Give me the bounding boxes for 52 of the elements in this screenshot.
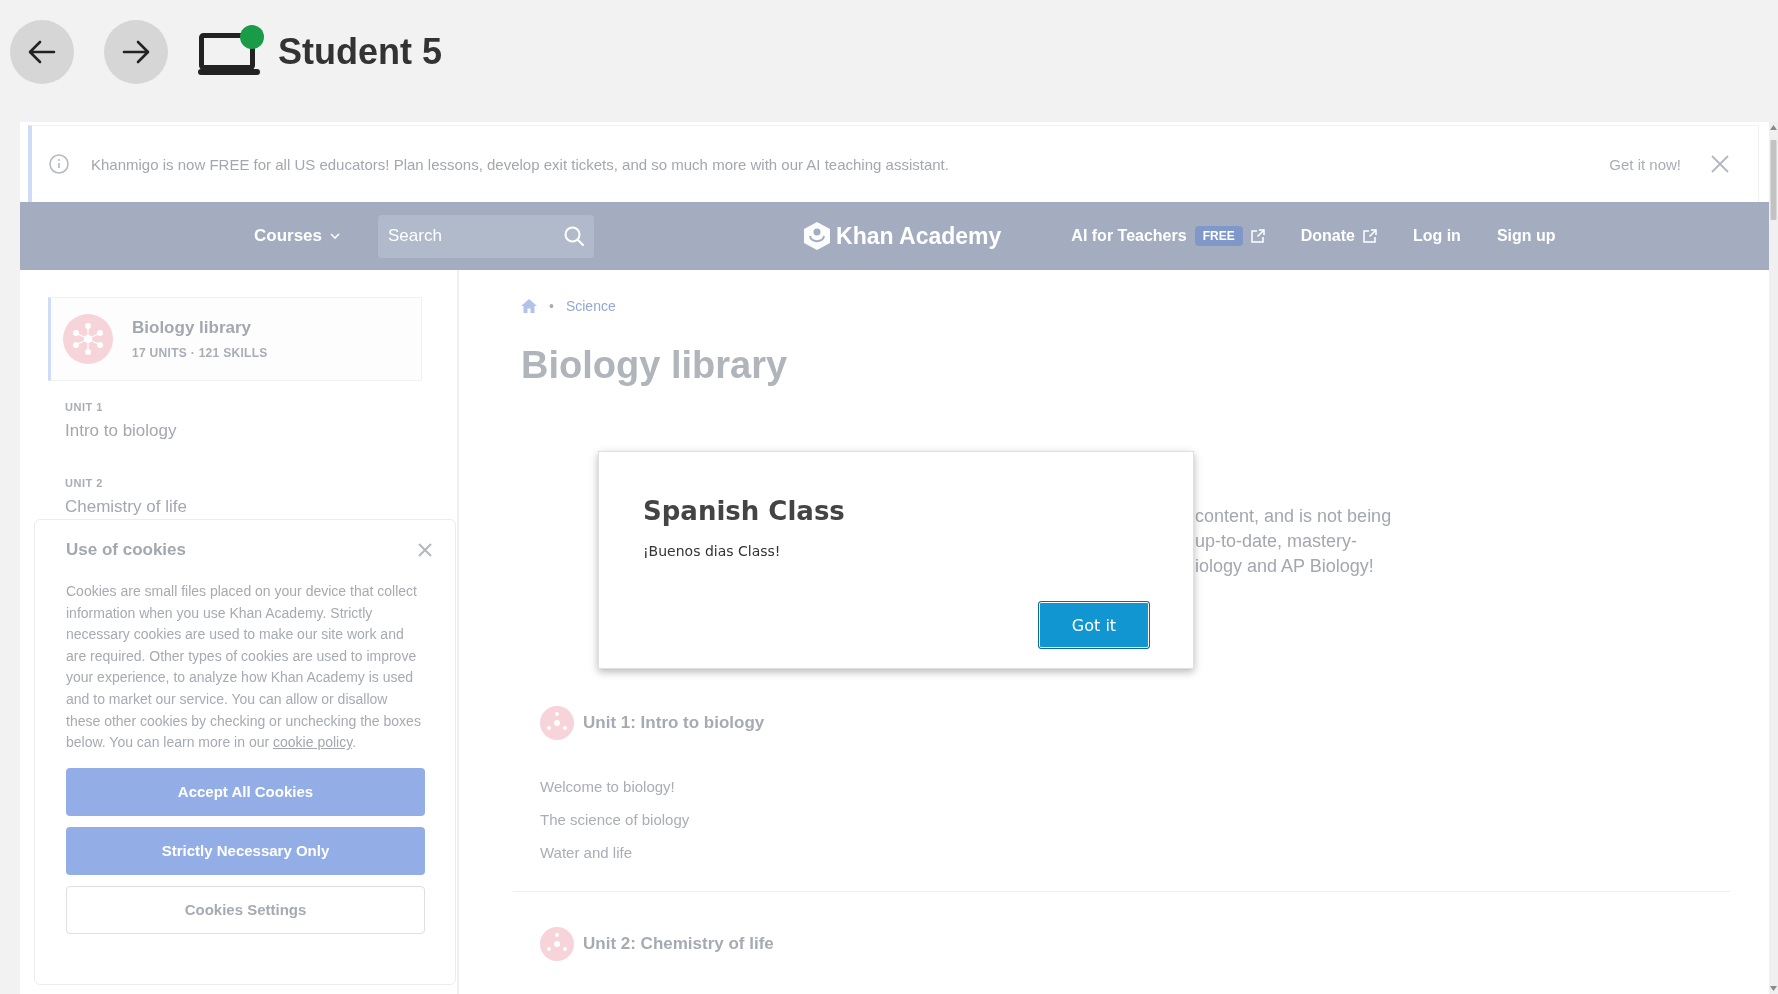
- lesson-link[interactable]: Water and life: [540, 836, 632, 869]
- close-icon[interactable]: [1711, 155, 1729, 173]
- home-icon[interactable]: [521, 299, 537, 313]
- got-it-button[interactable]: Got it: [1038, 601, 1150, 649]
- cookie-text: Cookies are small files placed on your device that collect information when you use Khan Academy. Strictly necessary cookies are used to make our site work and are required. Other types of cookies are used to improve your experience, to analyze how Khan Academy is used and to market our service. You can allow or disallow these other cookies by checking or unchecking the boxes below. You can learn more in our cookie policy.: [66, 582, 422, 753]
- get-it-link[interactable]: Get it now!: [1609, 155, 1681, 173]
- nav-link[interactable]: Log in: [1412, 227, 1461, 245]
- courses-menu-button[interactable]: Courses: [254, 226, 341, 246]
- unit-link[interactable]: Chemistry of life: [65, 497, 187, 517]
- logo-icon: [804, 222, 831, 250]
- info-icon: [49, 154, 69, 174]
- student-name: Student 5: [278, 30, 442, 74]
- unit-title-link[interactable]: Unit 2: Chemistry of life: [583, 934, 774, 954]
- molecule-icon: [63, 314, 113, 364]
- badge: FREE: [1194, 226, 1243, 246]
- course-card[interactable]: Biology library 17 UNITS · 121 SKILLS: [48, 297, 422, 381]
- page-title: Biology library: [521, 343, 789, 388]
- search-icon[interactable]: [564, 225, 585, 246]
- course-title: Biology library: [132, 318, 253, 338]
- nav-link[interactable]: Donate: [1300, 227, 1377, 245]
- dialog-title: Spanish Class: [643, 495, 845, 528]
- lesson-link[interactable]: Welcome to biology!: [540, 770, 675, 803]
- unit-label: UNIT 2: [65, 477, 104, 490]
- unit-icon: [540, 706, 574, 740]
- arrow-right-icon: [122, 40, 150, 64]
- course-meta: 17 UNITS · 121 SKILLS: [132, 346, 268, 360]
- nav-link[interactable]: AI for Teachers FREE: [1071, 226, 1265, 246]
- unit-title-link[interactable]: Unit 1: Intro to biology: [583, 713, 765, 733]
- description-text: content, and is not being: [1195, 505, 1392, 528]
- logo-link[interactable]: Khan Academy: [804, 222, 1002, 250]
- unit-label: UNIT 1: [65, 401, 104, 414]
- close-icon[interactable]: [418, 543, 432, 557]
- breadcrumb-link[interactable]: Science: [565, 298, 616, 314]
- scrollbar[interactable]: [1769, 122, 1778, 994]
- laptop-icon: [198, 33, 260, 75]
- logo-text: Khan Academy: [836, 222, 1002, 250]
- cookie-button[interactable]: Cookies Settings: [66, 885, 425, 934]
- arrow-left-icon: [28, 40, 56, 64]
- unit-icon: [540, 927, 574, 961]
- caret-down-icon: [330, 233, 341, 239]
- cookie-button[interactable]: Strictly Necessary Only: [66, 826, 425, 875]
- search-field[interactable]: Search: [378, 214, 595, 258]
- lesson-link[interactable]: The science of biology: [540, 803, 690, 836]
- description-text: up-to-date, mastery-: [1195, 530, 1358, 553]
- unit-link[interactable]: Intro to biology: [65, 421, 177, 441]
- nav-link[interactable]: Sign up: [1496, 227, 1556, 245]
- description-text: iology and AP Biology!: [1195, 555, 1374, 578]
- dialog-message: ¡Buenos dias Class!: [643, 542, 781, 560]
- banner-text: Khanmigo is now FREE for all US educators! Plan lessons, develop exit tickets, and so much more with our AI teaching assistant.: [91, 155, 949, 173]
- cookie-button[interactable]: Accept All Cookies: [66, 767, 425, 816]
- cookie-title: Use of cookies: [66, 540, 186, 560]
- breadcrumb-separator: •: [549, 298, 554, 314]
